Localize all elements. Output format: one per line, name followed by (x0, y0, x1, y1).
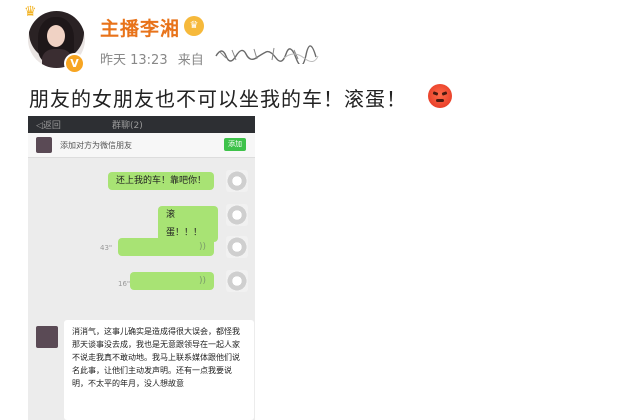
verified-badge-icon: V (64, 53, 85, 74)
voice-duration: 43" (100, 244, 113, 252)
voice-message: )) (130, 272, 214, 290)
vip-crown-icon: ♛ (184, 16, 204, 36)
post-source-label: 来自 (177, 53, 204, 68)
chat-back-label: ◁返回 (36, 121, 61, 131)
sender-avatar (226, 236, 248, 258)
sender-avatar (226, 170, 248, 192)
username[interactable]: 主播李湘 (100, 14, 180, 41)
sent-message: 滚蛋！！！ (158, 206, 218, 242)
voice-message: )) (118, 238, 214, 256)
redacted-source-scribble (215, 45, 319, 64)
chat-topbar: ◁返回 群聊(2) (28, 116, 255, 133)
receiver-avatar (36, 326, 58, 348)
chat-title: 群聊(2) (112, 121, 143, 131)
post-meta: 昨天 13:23 来自 (100, 49, 204, 68)
voice-duration: 16" (118, 280, 131, 288)
embedded-chat-screenshot[interactable]: ◁返回 群聊(2) 添加对方为微信朋友 添加 还上我的车！靠吧你！ 滚蛋！！！ … (28, 116, 255, 420)
post-text: 朋友的女朋友也不可以坐我的车！滚蛋！ (29, 87, 407, 111)
received-message: 消消气，这事儿确实是造成得很大误会，都怪我那天谈事没去成，我也是无意跟领导在一起… (64, 320, 254, 420)
crown-icon: ♛ (24, 4, 37, 20)
angry-face-icon (428, 84, 452, 108)
add-friend-button: 添加 (224, 138, 246, 151)
add-friend-row: 添加对方为微信朋友 添加 (28, 133, 255, 158)
post-time: 昨天 13:23 (100, 53, 168, 68)
sender-avatar (226, 204, 248, 226)
group-avatar-icon (36, 137, 52, 153)
sent-message: 还上我的车！靠吧你！ (108, 172, 214, 190)
sender-avatar (226, 270, 248, 292)
add-friend-text: 添加对方为微信朋友 (60, 141, 132, 150)
